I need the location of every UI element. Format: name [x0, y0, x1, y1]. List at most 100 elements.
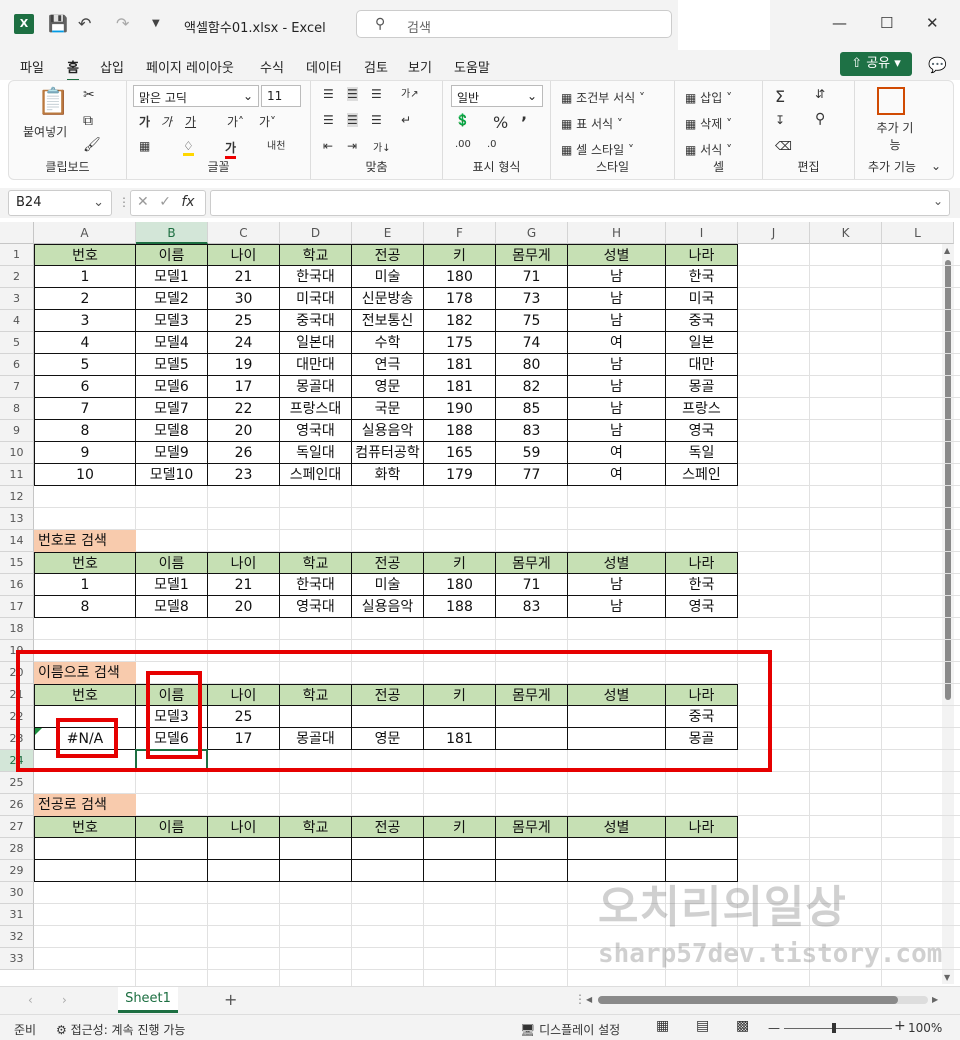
table-cell[interactable]: 여	[568, 442, 666, 464]
table-cell[interactable]: 21	[208, 266, 280, 288]
paste-button[interactable]: 붙여넣기	[23, 123, 67, 140]
tab-insert[interactable]: 삽입	[100, 57, 124, 76]
column-header-d[interactable]: D	[280, 222, 352, 244]
row-header-5[interactable]: 5	[0, 332, 34, 354]
clear-icon[interactable]: ⌫	[775, 139, 792, 153]
wrap-text-icon[interactable]: ↵	[401, 113, 411, 127]
table-cell[interactable]: 20	[208, 596, 280, 618]
table-cell[interactable]: 6	[34, 376, 136, 398]
phonetic-icon[interactable]: 내천	[267, 137, 285, 152]
table-cell[interactable]: 179	[424, 464, 496, 486]
align-bottom-icon[interactable]: ☰	[371, 87, 382, 101]
column-header-c[interactable]: C	[208, 222, 280, 244]
table-cell[interactable]: 전보통신	[352, 310, 424, 332]
worksheet-grid[interactable]: ▲ ▼ A B C D E F G H I J K L 1 2 3 4 5 6 7 8 9 10 11 12 13 14 15 16 1…	[0, 222, 960, 986]
account-area[interactable]	[678, 0, 770, 50]
table-cell[interactable]: 미국대	[280, 288, 352, 310]
table-cell[interactable]: 8	[34, 596, 136, 618]
table-header-cell[interactable]: 나이	[208, 244, 280, 266]
table-cell[interactable]: 프랑스대	[280, 398, 352, 420]
row-header-2[interactable]: 2	[0, 266, 34, 288]
column-header-b[interactable]: B	[136, 222, 208, 244]
table-cell[interactable]: 80	[496, 354, 568, 376]
table-header-cell[interactable]: 나라	[666, 552, 738, 574]
table-header-cell[interactable]: 키	[424, 816, 496, 838]
table-cell[interactable]: 73	[496, 288, 568, 310]
table-cell[interactable]	[352, 860, 424, 882]
table-cell[interactable]: 스페인	[666, 464, 738, 486]
table-cell[interactable]: 71	[496, 574, 568, 596]
row-header-4[interactable]: 4	[0, 310, 34, 332]
row-header-13[interactable]: 13	[0, 508, 34, 530]
copy-icon[interactable]: ⧉	[83, 113, 93, 129]
quick-access-dropdown-icon[interactable]: ▼	[152, 18, 160, 29]
table-header-cell[interactable]: 나라	[666, 244, 738, 266]
save-icon[interactable]: 💾	[48, 14, 68, 33]
cancel-icon[interactable]: ✕	[137, 194, 149, 210]
table-cell[interactable]: 영국대	[280, 596, 352, 618]
table-cell[interactable]: 남	[568, 398, 666, 420]
table-cell[interactable]: 남	[568, 376, 666, 398]
table-cell[interactable]	[496, 860, 568, 882]
name-box[interactable]: B24 ⌄	[8, 190, 112, 216]
row-header-7[interactable]: 7	[0, 376, 34, 398]
percent-icon[interactable]: %	[493, 113, 508, 132]
table-cell[interactable]: 모델8	[136, 596, 208, 618]
table-cell[interactable]: 남	[568, 596, 666, 618]
column-header-i[interactable]: I	[666, 222, 738, 244]
italic-icon[interactable]: 가	[161, 113, 172, 130]
table-cell[interactable]: 중국대	[280, 310, 352, 332]
table-cell[interactable]	[666, 860, 738, 882]
tab-home[interactable]: 홈	[67, 57, 79, 82]
table-header-cell[interactable]: 학교	[280, 552, 352, 574]
table-cell[interactable]	[136, 860, 208, 882]
row-header-6[interactable]: 6	[0, 354, 34, 376]
table-cell[interactable]: 남	[568, 574, 666, 596]
zoom-slider[interactable]	[784, 1028, 892, 1029]
zoom-level[interactable]: 100%	[908, 1021, 942, 1035]
table-format-button[interactable]: ▦ 표 서식 ˅	[561, 115, 623, 132]
comments-icon[interactable]: 💬	[928, 56, 947, 74]
table-cell[interactable]: 대만	[666, 354, 738, 376]
scroll-tabs-right-icon[interactable]: ›	[62, 993, 67, 1007]
formula-input[interactable]: ⌄	[210, 190, 950, 216]
column-header-a[interactable]: A	[34, 222, 136, 244]
table-cell[interactable]: 77	[496, 464, 568, 486]
table-cell[interactable]: 몽골대	[280, 376, 352, 398]
table-header-cell[interactable]: 학교	[280, 816, 352, 838]
scroll-left-icon[interactable]: ◀	[586, 995, 592, 1004]
table-cell[interactable]: 모델4	[136, 332, 208, 354]
grow-font-icon[interactable]: 가˄	[227, 113, 244, 130]
row-header-29[interactable]: 29	[0, 860, 34, 882]
comma-icon[interactable]: ’	[521, 113, 527, 132]
table-cell[interactable]: 1	[34, 266, 136, 288]
number-format-dropdown[interactable]: 일반 ⌄	[451, 85, 543, 107]
decrease-indent-icon[interactable]: ⇤	[323, 139, 333, 153]
cell-style-button[interactable]: ▦ 셀 스타일 ˅	[561, 141, 634, 158]
column-header-g[interactable]: G	[496, 222, 568, 244]
row-header-31[interactable]: 31	[0, 904, 34, 926]
table-cell[interactable]: 영국대	[280, 420, 352, 442]
table-cell[interactable]: 19	[208, 354, 280, 376]
fill-color-icon[interactable]: ♢	[183, 139, 194, 156]
increase-indent-icon[interactable]: ⇥	[347, 139, 357, 153]
table-header-cell[interactable]: 번호	[34, 244, 136, 266]
table-cell[interactable]: 4	[34, 332, 136, 354]
row-header-30[interactable]: 30	[0, 882, 34, 904]
font-size-dropdown[interactable]: 11	[261, 85, 301, 107]
table-cell[interactable]: 화학	[352, 464, 424, 486]
table-cell[interactable]	[424, 838, 496, 860]
vertical-scroll-thumb[interactable]	[945, 260, 951, 700]
tab-page-layout[interactable]: 페이지 레이아웃	[146, 57, 234, 76]
tab-file[interactable]: 파일	[20, 57, 44, 76]
table-cell[interactable]: 모델10	[136, 464, 208, 486]
table-cell[interactable]: 스페인대	[280, 464, 352, 486]
search-box[interactable]: ⚲ 검색	[356, 10, 672, 38]
table-cell[interactable]: 남	[568, 266, 666, 288]
undo-icon[interactable]: ↶	[78, 14, 91, 33]
table-cell[interactable]: 20	[208, 420, 280, 442]
table-cell[interactable]: 21	[208, 574, 280, 596]
sheet-tab-sheet1[interactable]: Sheet1	[118, 987, 178, 1013]
row-header-16[interactable]: 16	[0, 574, 34, 596]
table-cell[interactable]: 7	[34, 398, 136, 420]
